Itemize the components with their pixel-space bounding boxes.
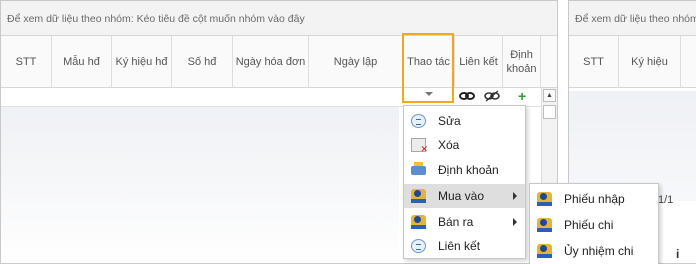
- column-dinh-khoan[interactable]: Định khoản: [503, 36, 541, 88]
- column-so-hd[interactable]: Số hđ: [172, 36, 233, 88]
- column-ky-hieu-hd[interactable]: Ký hiệu hđ: [112, 36, 172, 88]
- menu-item-label: Bán ra: [438, 215, 474, 229]
- menu-item-label: Liên kết: [438, 239, 481, 253]
- menu-item-label: Xóa: [438, 138, 460, 152]
- column-ngay-hoa-don[interactable]: Ngày hóa đơn: [233, 36, 309, 88]
- blurred-rows: [1, 107, 399, 263]
- column-lien-ket[interactable]: Liên kết: [455, 36, 503, 88]
- column-stt[interactable]: STT: [1, 36, 52, 88]
- menu-item-dinh-khoan[interactable]: Định khoản: [404, 158, 525, 182]
- group-by-hint-right: Để xem dữ liệu theo nhóm: [569, 1, 696, 36]
- submenu-item-label: Phiếu nhập: [564, 192, 625, 206]
- menu-item-sua[interactable]: Sửa: [404, 109, 525, 133]
- context-menu: Sửa Xóa Định khoản Mua vào Bán ra Liên k…: [403, 105, 526, 259]
- truncated-text: i: [676, 247, 680, 261]
- delete-icon: [411, 138, 428, 155]
- chevron-right-icon: [513, 192, 517, 200]
- submenu-item-phieu-nhap[interactable]: Phiếu nhập: [530, 187, 658, 211]
- pager: 1/1: [658, 194, 674, 206]
- menu-item-label: Định khoản: [438, 163, 499, 177]
- column-ky-hieu[interactable]: Ký hiệu: [619, 36, 681, 88]
- submenu-item-phieu-chi[interactable]: Phiếu chi: [530, 213, 658, 237]
- column-ngay-lap[interactable]: Ngày lập: [309, 36, 403, 88]
- column-stt-right[interactable]: STT: [569, 36, 619, 88]
- column-header-row: STT Mẫu hđ Ký hiệu hđ Số hđ Ngày hóa đơn…: [1, 36, 557, 88]
- link-icon[interactable]: [459, 90, 475, 105]
- add-icon[interactable]: +: [518, 89, 526, 103]
- menu-item-lien-ket[interactable]: Liên kết: [404, 234, 525, 258]
- link-doc-icon: [411, 239, 426, 253]
- scroll-thumb[interactable]: [543, 105, 556, 119]
- scroll-up-arrow-icon[interactable]: ▲: [543, 89, 556, 102]
- group-by-hint: Để xem dữ liệu theo nhóm: Kéo tiêu đề cộ…: [1, 1, 557, 36]
- submenu-item-label: Ủy nhiệm chi: [564, 244, 634, 258]
- submenu-mua-vao: Phiếu nhập Phiếu chi Ủy nhiệm chi: [529, 183, 659, 264]
- menu-item-xoa[interactable]: Xóa: [404, 133, 525, 157]
- user-icon: [411, 215, 426, 229]
- user-icon: [537, 244, 552, 258]
- chevron-right-icon: [513, 218, 517, 226]
- column-header-row-right: STT Ký hiệu: [569, 36, 696, 88]
- edit-icon: [411, 114, 426, 128]
- menu-item-label: Mua vào: [438, 189, 485, 203]
- menu-item-mua-vao[interactable]: Mua vào: [404, 184, 525, 208]
- submenu-item-label: Phiếu chi: [564, 218, 614, 232]
- column-mau-hd[interactable]: Mẫu hđ: [52, 36, 112, 88]
- user-icon: [537, 192, 552, 206]
- dropdown-arrow-icon[interactable]: [425, 92, 433, 96]
- menu-item-label: Sửa: [438, 114, 461, 128]
- submenu-item-uy-nhiem-chi[interactable]: Ủy nhiệm chi: [530, 239, 658, 263]
- user-icon: [537, 218, 552, 232]
- user-icon: [411, 189, 426, 203]
- ledger-icon: [411, 162, 426, 175]
- unlink-icon[interactable]: [484, 90, 500, 105]
- menu-item-ban-ra[interactable]: Bán ra: [404, 210, 525, 234]
